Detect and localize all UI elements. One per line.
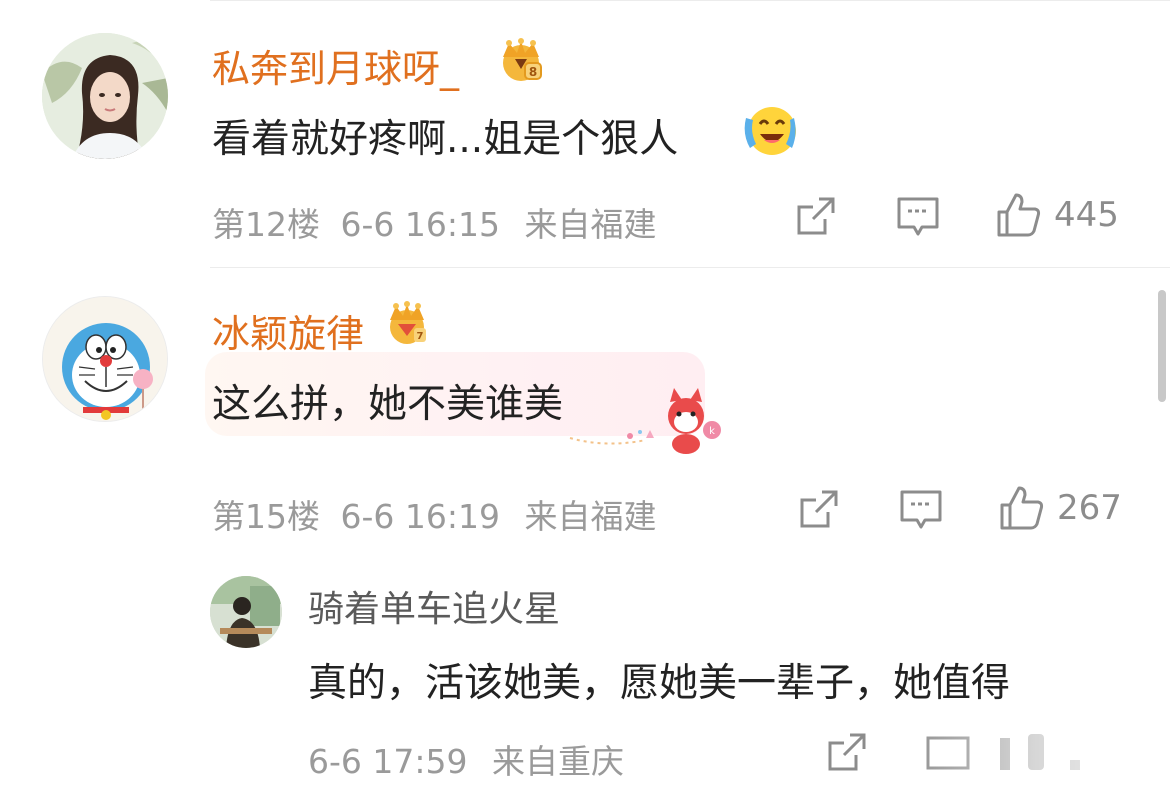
- floor-number: 第15楼: [212, 497, 320, 536]
- timestamp: 6-6 16:15: [340, 205, 501, 244]
- like-button[interactable]: 267: [999, 485, 1122, 531]
- avatar[interactable]: [210, 576, 282, 648]
- svg-text:8: 8: [529, 65, 537, 79]
- share-icon: [797, 197, 835, 235]
- comment-icon: [900, 490, 942, 529]
- scrollbar[interactable]: [1158, 290, 1166, 402]
- location-source: 来自福建: [524, 497, 657, 536]
- reply-text: 真的，活该她美，愿她美一辈子，她值得: [308, 661, 1011, 706]
- location-source: 来自重庆: [492, 742, 624, 781]
- reply-meta: 6-6 17:59 来自重庆: [308, 735, 624, 783]
- top-divider: [210, 0, 1170, 1]
- svg-text:7: 7: [417, 331, 424, 342]
- svg-text:k: k: [709, 426, 715, 437]
- person-photo-icon: [210, 576, 282, 648]
- comment-button[interactable]: [899, 489, 943, 531]
- share-button[interactable]: [798, 488, 840, 530]
- reply-username[interactable]: 骑着单车追火星: [308, 580, 560, 632]
- avatar[interactable]: [42, 296, 168, 422]
- username[interactable]: 冰颖旋律: [212, 303, 364, 358]
- comment-meta: 第12楼 6-6 16:15 来自福建: [212, 198, 657, 246]
- gold-crown-badge-icon: 8: [495, 37, 547, 87]
- cartoon-fox-icon: k: [566, 386, 726, 460]
- comment-icon: [897, 197, 939, 236]
- like-count: 267: [1057, 488, 1122, 528]
- comment-text: 看着就好疼啊...姐是个狠人: [212, 117, 679, 162]
- doraemon-icon: [43, 297, 167, 421]
- username[interactable]: 私奔到月球呀_: [212, 38, 459, 93]
- thumbs-up-icon: [997, 193, 1041, 237]
- share-icon: [828, 733, 866, 771]
- thumbs-up-icon: [1000, 486, 1044, 530]
- comment-divider: [210, 267, 1170, 268]
- share-icon: [800, 490, 838, 528]
- gold-crown-badge-icon: 7: [384, 300, 430, 350]
- comment-button[interactable]: [896, 196, 940, 238]
- timestamp: 6-6 17:59: [308, 742, 468, 781]
- avatar[interactable]: [42, 33, 168, 159]
- woman-portrait-icon: [42, 33, 168, 159]
- crying-laughing-emoji-icon: [740, 104, 800, 162]
- comment-meta: 第15楼 6-6 16:19 来自福建: [212, 490, 657, 538]
- reply-actions-faded: [900, 730, 1170, 780]
- floor-number: 第12楼: [212, 205, 320, 244]
- like-count: 445: [1054, 195, 1119, 235]
- comment-text: 这么拼，她不美谁美: [212, 382, 564, 427]
- timestamp: 6-6 16:19: [340, 497, 501, 536]
- share-button[interactable]: [795, 195, 837, 237]
- location-source: 来自福建: [524, 205, 657, 244]
- like-button[interactable]: 445: [996, 192, 1119, 238]
- share-button[interactable]: [826, 731, 868, 773]
